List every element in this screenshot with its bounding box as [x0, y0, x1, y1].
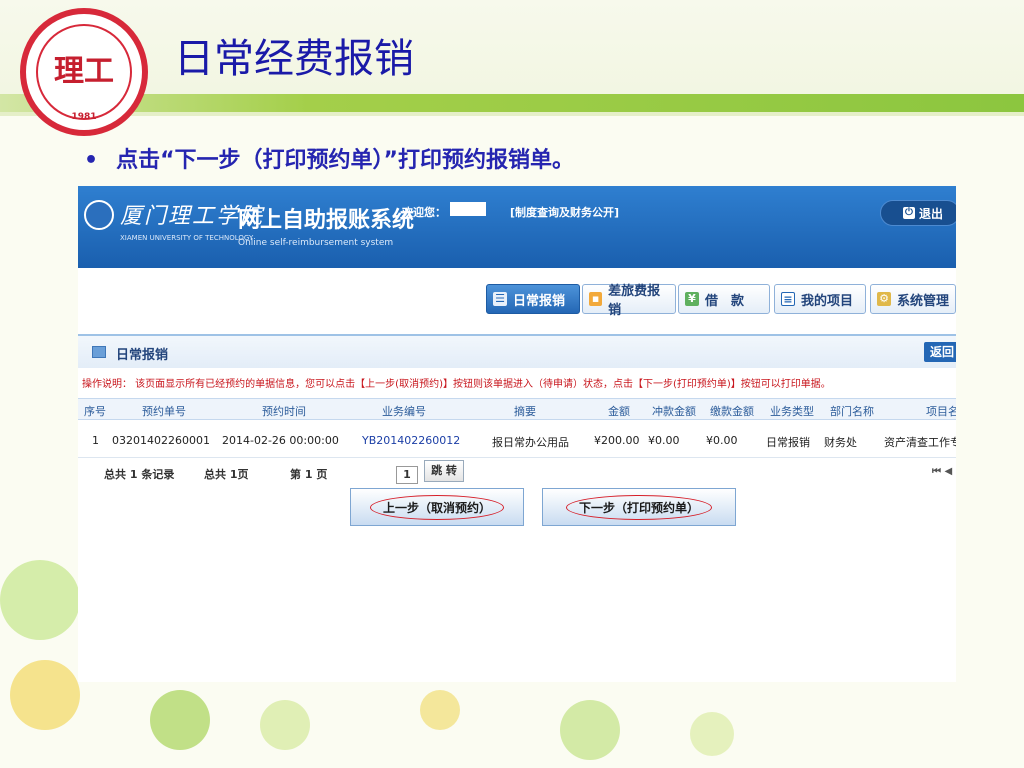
policy-query-link[interactable]: [制度查询及财务公开]	[510, 204, 619, 220]
nav-label: 我的项目	[801, 293, 854, 309]
cell-project-name: 资产清查工作专	[884, 436, 956, 449]
clover-decoration	[690, 712, 734, 756]
power-icon: ⏻	[903, 207, 915, 219]
nav-label: 日常报销	[513, 293, 566, 309]
cell-department: 财务处	[824, 436, 857, 449]
nav-loan[interactable]: ¥ 借 款	[678, 284, 770, 314]
clover-decoration	[260, 700, 310, 750]
cell-business-no-link[interactable]: YB201402260012	[362, 434, 460, 447]
col-header: 金额	[608, 405, 630, 418]
list-icon: ☰	[493, 292, 507, 306]
logout-label: 退出	[919, 206, 944, 221]
system-name: 网上自助报账系统	[238, 208, 415, 233]
welcome-user-redacted	[450, 202, 486, 216]
settings-icon: ⚙	[877, 292, 891, 306]
cell-amount: ¥200.00	[594, 434, 640, 447]
col-header: 部门名称	[830, 405, 874, 418]
panel-title: 日常报销	[116, 348, 169, 363]
table-header: 序号 预约单号 预约时间 业务编号 摘要 金额 冲款金额 缴款金额 业务类型 部…	[78, 398, 956, 420]
next-print-reservation-button[interactable]: 下一步（打印预约单）	[542, 488, 736, 526]
nav-label: 借 款	[705, 293, 745, 309]
slide-green-bar-thin	[0, 112, 1024, 116]
slide-title: 日常经费报销	[174, 36, 414, 82]
col-header: 业务类型	[770, 405, 814, 418]
slide-bullet: • 点击“下一步（打印预约单）”打印预约报销单。	[84, 142, 574, 174]
operation-instructions: 操作说明： 该页面显示所有已经预约的单据信息，您可以点击【上一步(取消预约)】按…	[82, 379, 831, 390]
truck-icon: ▪	[589, 292, 603, 306]
clover-decoration	[10, 660, 80, 730]
welcome-label: 欢迎您：	[402, 206, 446, 219]
col-header: 冲款金额	[652, 405, 696, 418]
logout-button[interactable]: ⏻ 退出	[880, 200, 956, 226]
cell-summary: 报日常办公用品	[492, 436, 569, 449]
seal-inner-text: 理工	[36, 24, 132, 120]
clover-decoration	[560, 700, 620, 760]
col-header: 业务编号	[382, 405, 426, 418]
col-header: 预约时间	[262, 405, 306, 418]
seal-year: 1981	[71, 112, 97, 122]
back-button[interactable]: 返回	[924, 342, 956, 362]
clover-decoration	[0, 560, 80, 640]
prev-button-label: 上一步（取消预约）	[369, 494, 504, 520]
prev-cancel-reservation-button[interactable]: 上一步（取消预约）	[350, 488, 524, 526]
nav-daily-reimbursement[interactable]: ☰ 日常报销	[486, 284, 580, 314]
school-name-en: XIAMEN UNIVERSITY OF TECHNOLOGY	[120, 234, 254, 242]
loan-icon: ¥	[685, 292, 699, 306]
nav-label: 系统管理	[897, 293, 950, 309]
cell-reservation-no: 03201402260001	[112, 434, 210, 447]
slide-header-band	[0, 0, 1024, 96]
table-row[interactable]: 1 03201402260001 2014-02-26 00:00:00 YB2…	[78, 424, 956, 458]
school-emblem-icon	[84, 200, 114, 230]
col-header: 缴款金额	[710, 405, 754, 418]
bullet-text: 点击“下一步（打印预约单）”打印预约报销单。	[116, 148, 574, 173]
system-name-en: Online self-reimbursement system	[238, 238, 394, 248]
pager-current-page: 第 1 页	[290, 468, 328, 481]
cell-index: 1	[92, 434, 99, 447]
pagination: 总共 1 条记录 总共 1页 第 1 页 1 跳 转 ⏮ ◀	[78, 458, 956, 484]
nav-label: 差旅费报销	[608, 284, 661, 318]
clover-decoration	[150, 690, 210, 750]
clover-decoration	[420, 690, 460, 730]
nav-travel-reimbursement[interactable]: ▪ 差旅费报销	[582, 284, 676, 318]
nav-system-admin[interactable]: ⚙ 系统管理	[870, 284, 956, 314]
nav-bar: ☰ 日常报销 ▪ 差旅费报销 ¥ 借 款 ≡ 我的项目 ⚙ 系统管理	[78, 268, 956, 330]
col-header: 项目名	[926, 405, 956, 418]
next-button-label: 下一步（打印预约单）	[565, 494, 712, 520]
cell-reservation-time: 2014-02-26 00:00:00	[222, 434, 339, 447]
pager-total-records: 总共 1 条记录	[104, 468, 175, 481]
cell-offset-amount: ¥0.00	[648, 434, 680, 447]
first-prev-page-icon[interactable]: ⏮ ◀	[932, 466, 952, 477]
page-number-input[interactable]: 1	[396, 466, 418, 484]
university-seal-logo: 理工 1981	[20, 8, 148, 136]
jump-button[interactable]: 跳 转	[424, 460, 464, 482]
cell-payment-amount: ¥0.00	[706, 434, 738, 447]
pager-total-pages: 总共 1页	[204, 468, 249, 481]
slide-green-bar	[0, 94, 1024, 112]
cell-business-type: 日常报销	[766, 436, 810, 449]
document-icon: ≡	[781, 292, 795, 306]
app-header: 厦门理工学院 XIAMEN UNIVERSITY OF TECHNOLOGY 网…	[78, 186, 956, 268]
col-header: 序号	[84, 405, 106, 418]
col-header: 摘要	[514, 405, 536, 418]
app-screenshot: 厦门理工学院 XIAMEN UNIVERSITY OF TECHNOLOGY 网…	[78, 186, 956, 682]
panel-window-icon	[92, 346, 106, 358]
panel-header: 日常报销 返回	[78, 334, 956, 368]
nav-my-projects[interactable]: ≡ 我的项目	[774, 284, 866, 314]
col-header: 预约单号	[142, 405, 186, 418]
bullet-dot: •	[84, 148, 99, 173]
